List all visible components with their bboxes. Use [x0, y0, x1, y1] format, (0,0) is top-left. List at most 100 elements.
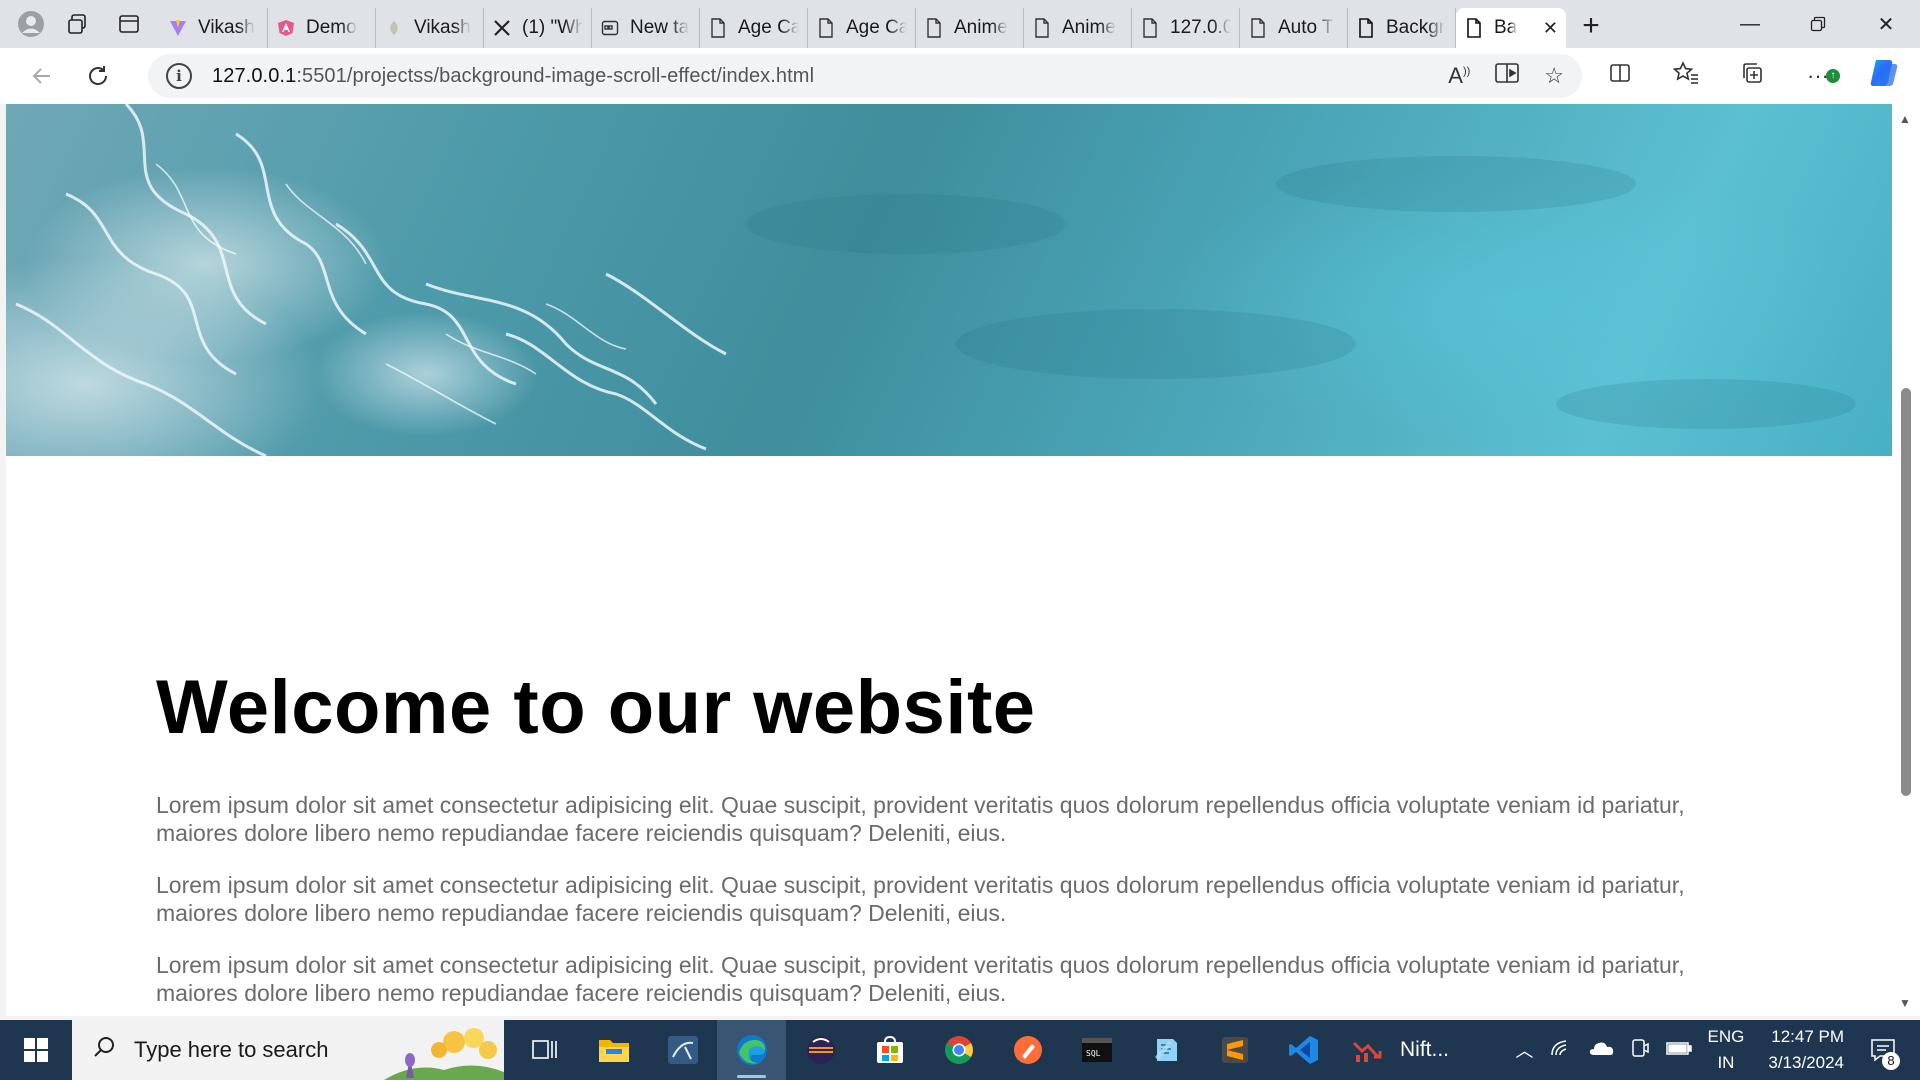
edge-icon[interactable] — [717, 1020, 786, 1080]
tab-title: Auto T — [1278, 17, 1334, 38]
vertical-tabs-icon[interactable] — [106, 4, 152, 44]
body-paragraph: Lorem ipsum dolor sit amet consectetur a… — [156, 792, 1685, 846]
scrollbar-thumb[interactable] — [1901, 388, 1911, 796]
network-icon[interactable] — [1550, 1039, 1572, 1062]
language-code: ENG — [1707, 1027, 1745, 1046]
sublime-text-icon[interactable] — [1200, 1020, 1269, 1080]
copilot-icon[interactable] — [1866, 56, 1902, 96]
scroll-down-arrow-icon[interactable]: ▼ — [1899, 996, 1911, 1010]
clock-time: 12:47 PM — [1771, 1027, 1844, 1046]
tab-title: Vikash — [198, 17, 255, 38]
split-screen-icon[interactable] — [1602, 61, 1638, 91]
task-view-icon[interactable] — [510, 1020, 579, 1080]
favorite-star-icon[interactable]: ☆ — [1544, 63, 1564, 89]
tab-title: Backgr — [1386, 17, 1446, 38]
windows-start-icon[interactable] — [0, 1020, 72, 1080]
workspaces-icon[interactable] — [54, 4, 100, 44]
chrome-icon[interactable] — [924, 1020, 993, 1080]
body-paragraph: Lorem ipsum dolor sit amet consectetur a… — [156, 952, 1685, 1006]
stock-widget[interactable]: Nift... — [1352, 1037, 1449, 1063]
chevron-up-icon[interactable]: ︿ — [1516, 1037, 1534, 1063]
close-tab-icon[interactable]: ✕ — [1543, 18, 1558, 39]
clock-date: 3/13/2024 — [1768, 1053, 1844, 1072]
browser-tab[interactable]: Age Ca — [700, 8, 808, 48]
postman-icon[interactable] — [993, 1020, 1062, 1080]
settings-more-icon[interactable]: ··· ↑ — [1800, 63, 1840, 89]
notification-count-badge: 8 — [1882, 1052, 1900, 1070]
flowers-illustration-icon — [384, 1028, 504, 1080]
address-bar[interactable]: i 127.0.0.1:5501/projectss/background-im… — [148, 54, 1582, 98]
refresh-icon[interactable] — [70, 54, 126, 98]
page-viewport[interactable]: Welcome to our website Lorem ipsum dolor… — [6, 104, 1892, 1016]
minimize-icon[interactable]: — — [1716, 0, 1784, 48]
browser-tab[interactable]: Auto T — [1240, 8, 1348, 48]
page-icon — [1032, 18, 1052, 38]
search-placeholder: Type here to search — [134, 1037, 329, 1062]
tab-title: Ba — [1494, 17, 1518, 38]
tab-title: Anime — [954, 17, 1008, 38]
browser-tab[interactable]: 127.0.0 — [1132, 8, 1240, 48]
mysql-cli-icon[interactable]: SQL — [1062, 1020, 1131, 1080]
clock[interactable]: 12:47 PM 3/13/2024 — [1768, 1024, 1844, 1076]
immersive-reader-icon[interactable] — [1494, 61, 1520, 91]
browser-tab[interactable]: Anime — [916, 8, 1024, 48]
stock-chart-icon — [1352, 1041, 1382, 1062]
browser-tab[interactable]: Vikash — [160, 8, 268, 48]
leaf-icon — [384, 18, 404, 38]
page-icon — [1356, 18, 1376, 38]
profile-avatar-icon[interactable] — [8, 4, 54, 44]
vite-icon — [168, 18, 188, 38]
page-headline: Welcome to our website — [156, 665, 1036, 750]
notification-center-icon[interactable]: 8 — [1860, 1020, 1906, 1080]
close-window-icon[interactable]: ✕ — [1852, 0, 1920, 48]
browser-tab[interactable]: Backgr — [1348, 8, 1456, 48]
microsoft-store-icon[interactable] — [855, 1020, 924, 1080]
active-browser-tab[interactable]: Ba ✕ — [1456, 8, 1566, 48]
taskbar-search-box[interactable]: Type here to search — [72, 1020, 504, 1080]
vscode-icon[interactable] — [1269, 1020, 1338, 1080]
browser-tab[interactable]: Anime — [1024, 8, 1132, 48]
page-icon — [816, 18, 836, 38]
hero-background-image — [6, 104, 1892, 456]
site-info-icon[interactable]: i — [166, 63, 192, 89]
page-icon — [1464, 18, 1484, 38]
language-indicator[interactable]: ENG IN — [1708, 1024, 1745, 1076]
tab-title: (1) "Wh — [522, 17, 583, 38]
favorites-icon[interactable] — [1668, 61, 1704, 91]
system-tray: ︿ ENG IN 12:47 PM 3/13/2024 8 — [1516, 1020, 1920, 1080]
browser-tab[interactable]: Age Ca — [808, 8, 916, 48]
browser-tab[interactable]: (1) "Wh — [484, 8, 592, 48]
browser-tab[interactable]: New ta — [592, 8, 700, 48]
restore-icon[interactable] — [1784, 0, 1852, 48]
update-badge-icon: ↑ — [1826, 69, 1840, 83]
tab-title: Demo — [306, 17, 357, 38]
page-content: Welcome to our website Lorem ipsum dolor… — [156, 456, 1716, 1007]
tab-title: Anime — [1062, 17, 1116, 38]
browser-toolbar: i 127.0.0.1:5501/projectss/background-im… — [0, 48, 1920, 104]
url-path: :5501/projectss/background-image-scroll-… — [296, 64, 815, 87]
battery-icon[interactable] — [1665, 1040, 1692, 1061]
collections-icon[interactable] — [1734, 61, 1770, 91]
new-tab-button[interactable]: + — [1566, 6, 1616, 46]
file-explorer-icon[interactable] — [579, 1020, 648, 1080]
url-text[interactable]: 127.0.0.1:5501/projectss/background-imag… — [212, 65, 814, 88]
notepad-icon[interactable] — [1131, 1020, 1200, 1080]
onedrive-cloud-icon[interactable] — [1588, 1040, 1614, 1061]
tab-title: Age Ca — [846, 17, 907, 38]
tab-strip: Vikash Demo Vikash (1) "Wh New ta Age Ca… — [0, 0, 1920, 48]
browser-tab[interactable]: Demo — [268, 8, 376, 48]
scroll-up-arrow-icon[interactable]: ▲ — [1899, 112, 1911, 126]
page-scrollbar[interactable]: ▲ ▼ — [1892, 104, 1920, 1016]
mysql-workbench-icon[interactable] — [648, 1020, 717, 1080]
page-icon — [1140, 18, 1160, 38]
eclipse-icon[interactable] — [786, 1020, 855, 1080]
angular-icon — [276, 18, 296, 38]
search-icon — [92, 1035, 116, 1065]
back-arrow-icon[interactable] — [14, 54, 70, 98]
body-paragraph: Lorem ipsum dolor sit amet consectetur a… — [156, 872, 1685, 926]
read-aloud-icon[interactable]: A)) — [1448, 63, 1470, 89]
meet-now-icon[interactable] — [1630, 1038, 1650, 1063]
windows-taskbar: Type here to search SQL Nift... ︿ ENG IN… — [0, 1020, 1920, 1080]
browser-tab[interactable]: Vikash — [376, 8, 484, 48]
page-icon — [924, 18, 944, 38]
